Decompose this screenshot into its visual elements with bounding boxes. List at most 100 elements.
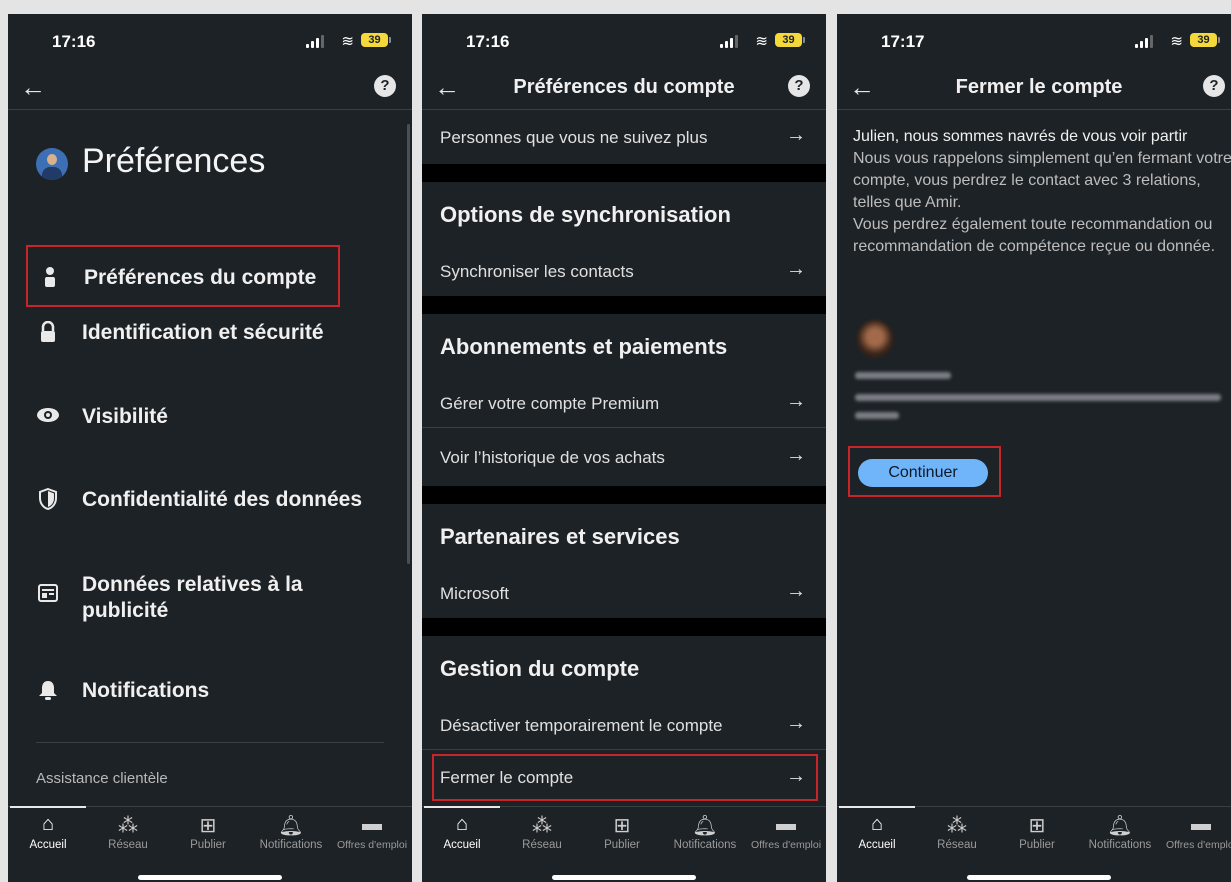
close-account-message: Julien, nous sommes navrés de vous voir … bbox=[853, 126, 1231, 258]
section-label-customer-support[interactable]: Assistance clientèle bbox=[36, 770, 168, 787]
person-icon bbox=[38, 266, 62, 290]
message-body: Nous vous rappelons simplement qu’en fer… bbox=[853, 150, 1231, 211]
tab-label: Offres d'emploi bbox=[1165, 839, 1231, 851]
bottom-tab-bar: ⌂ Accueil ⁂ Réseau ⊞ Publier 🔔︎ Notifica… bbox=[8, 806, 412, 882]
tab-home[interactable]: ⌂ Accueil bbox=[837, 807, 917, 859]
tab-label: Publier bbox=[604, 839, 640, 851]
tab-jobs[interactable]: ▬ Offres d'emploi bbox=[1161, 807, 1231, 859]
row-purchase-history[interactable]: Voir l’historique de vos achats → bbox=[422, 428, 826, 486]
screen-account-preferences: 17:16 ≋ 39 ← Préférences du compte ? Per… bbox=[422, 14, 826, 882]
section-title-sync: Options de synchronisation bbox=[440, 202, 731, 227]
menu-item-label: Confidentialité des données bbox=[82, 488, 363, 511]
network-icon: ⁂ bbox=[118, 815, 138, 837]
page-title: Préférences bbox=[82, 142, 266, 180]
section-separator bbox=[422, 486, 826, 504]
menu-item-notifications[interactable]: Notifications bbox=[26, 660, 400, 722]
status-bar: 17:16 ≋ 39 bbox=[8, 14, 412, 66]
menu-item-account-preferences[interactable]: Préférences du compte bbox=[26, 245, 340, 307]
tab-notifications[interactable]: 🔔︎ Notifications bbox=[665, 807, 745, 859]
briefcase-icon: ▬ bbox=[1191, 813, 1211, 835]
tab-home[interactable]: ⌂ Accueil bbox=[8, 807, 88, 859]
tab-label: Notifications bbox=[673, 839, 737, 851]
signal-icon bbox=[1135, 35, 1153, 48]
tab-label: Réseau bbox=[108, 839, 148, 851]
row-label: Désactiver temporairement le compte bbox=[440, 716, 723, 735]
connection-headline-redacted bbox=[855, 394, 1221, 401]
row-unfollowed-people[interactable]: Personnes que vous ne suivez plus → bbox=[422, 110, 826, 168]
nav-bar: ← Préférences du compte ? bbox=[422, 66, 826, 110]
arrow-right-icon: → bbox=[786, 765, 806, 787]
home-icon: ⌂ bbox=[455, 813, 469, 835]
tab-label: Publier bbox=[1019, 839, 1055, 851]
briefcase-icon: ▬ bbox=[776, 813, 796, 835]
home-indicator bbox=[967, 875, 1111, 880]
lock-icon bbox=[36, 320, 60, 345]
arrow-right-icon: → bbox=[786, 258, 806, 280]
tab-notifications[interactable]: 🔔︎ Notifications bbox=[251, 807, 331, 859]
menu-item-data-privacy[interactable]: Confidentialité des données bbox=[26, 469, 400, 531]
row-label: Synchroniser les contacts bbox=[440, 262, 634, 281]
tab-network[interactable]: ⁂ Réseau bbox=[917, 807, 997, 859]
section-separator bbox=[422, 618, 826, 636]
continue-button[interactable]: Continuer bbox=[858, 459, 988, 487]
tab-network[interactable]: ⁂ Réseau bbox=[88, 807, 168, 859]
tab-jobs[interactable]: ▬ Offres d'emploi bbox=[332, 807, 412, 859]
connection-avatar bbox=[857, 320, 893, 358]
status-time: 17:16 bbox=[52, 32, 96, 51]
status-time: 17:16 bbox=[466, 32, 510, 51]
eye-icon bbox=[36, 405, 60, 429]
scrollbar[interactable] bbox=[407, 124, 410, 564]
post-icon: ⊞ bbox=[1028, 815, 1046, 837]
menu-item-ad-data[interactable]: Données relatives à la publicité bbox=[26, 554, 400, 634]
section-separator bbox=[422, 296, 826, 314]
menu-item-visibility[interactable]: Visibilité bbox=[26, 386, 400, 448]
section-title-account-management: Gestion du compte bbox=[440, 656, 640, 681]
home-icon: ⌂ bbox=[41, 813, 55, 835]
divider bbox=[422, 749, 826, 750]
home-indicator bbox=[552, 875, 696, 880]
row-sync-contacts[interactable]: Synchroniser les contacts → bbox=[422, 244, 826, 302]
tab-label: Publier bbox=[190, 839, 226, 851]
row-label: Voir l’historique de vos achats bbox=[440, 448, 665, 467]
tab-network[interactable]: ⁂ Réseau bbox=[502, 807, 582, 859]
bottom-tab-bar: ⌂ Accueil ⁂ Réseau ⊞ Publier 🔔︎ Notifica… bbox=[422, 806, 826, 882]
back-arrow-icon[interactable]: ← bbox=[20, 72, 46, 103]
message-body-2: Vous perdrez également toute recommandat… bbox=[853, 216, 1216, 255]
nav-bar: ← ? bbox=[8, 66, 412, 110]
tab-label: Offres d'emploi bbox=[336, 839, 408, 851]
wifi-icon: ≋ bbox=[1170, 33, 1183, 50]
nav-title: Préférences du compte bbox=[513, 76, 735, 98]
status-bar: 17:17 ≋ 39 bbox=[837, 14, 1231, 66]
tab-post[interactable]: ⊞ Publier bbox=[997, 807, 1077, 859]
battery-icon: 39 bbox=[775, 33, 805, 47]
nav-title: Fermer le compte bbox=[955, 76, 1123, 98]
section-separator bbox=[422, 164, 826, 182]
post-icon: ⊞ bbox=[199, 815, 217, 837]
row-deactivate-account[interactable]: Désactiver temporairement le compte → bbox=[422, 698, 826, 756]
tab-jobs[interactable]: ▬ Offres d'emploi bbox=[746, 807, 826, 859]
tab-label: Réseau bbox=[522, 839, 562, 851]
tab-home[interactable]: ⌂ Accueil bbox=[422, 807, 502, 859]
tab-notifications[interactable]: 🔔︎ Notifications bbox=[1080, 807, 1160, 859]
row-label: Gérer votre compte Premium bbox=[440, 394, 660, 413]
row-close-account[interactable]: Fermer le compte → bbox=[432, 754, 818, 801]
menu-item-identification-security[interactable]: Identification et sécurité bbox=[26, 302, 400, 364]
tab-label: Notifications bbox=[259, 839, 323, 851]
row-manage-premium[interactable]: Gérer votre compte Premium → bbox=[422, 376, 826, 434]
menu-item-label: Notifications bbox=[82, 679, 210, 702]
connection-headline-redacted bbox=[855, 412, 899, 419]
signal-icon bbox=[720, 35, 738, 48]
menu-item-label: Préférences du compte bbox=[84, 266, 317, 289]
row-label: Microsoft bbox=[440, 584, 509, 603]
screen-close-account: 17:17 ≋ 39 ← Fermer le compte ? Julien, … bbox=[837, 14, 1231, 882]
tab-post[interactable]: ⊞ Publier bbox=[168, 807, 248, 859]
arrow-right-icon: → bbox=[786, 712, 806, 734]
help-icon[interactable]: ? bbox=[374, 75, 396, 97]
avatar[interactable] bbox=[36, 148, 68, 180]
tab-label: Notifications bbox=[1088, 839, 1152, 851]
help-icon[interactable]: ? bbox=[1203, 75, 1225, 97]
row-microsoft[interactable]: Microsoft → bbox=[422, 566, 826, 624]
help-icon[interactable]: ? bbox=[788, 75, 810, 97]
screen-preferences: 17:16 ≋ 39 ← ? Préférences Préférences d… bbox=[8, 14, 412, 882]
tab-post[interactable]: ⊞ Publier bbox=[582, 807, 662, 859]
